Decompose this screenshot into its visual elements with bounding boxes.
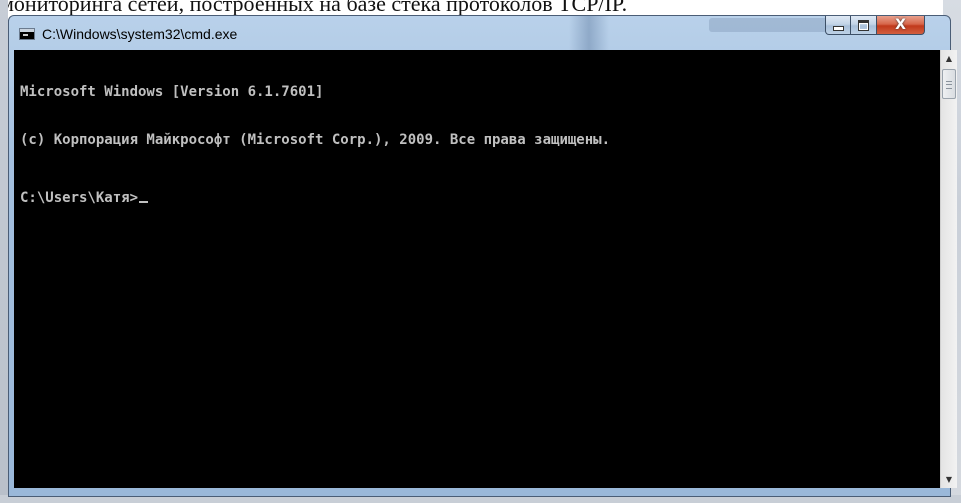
scrollbar-grip-icon [946,81,952,89]
minimize-button[interactable] [825,16,851,35]
console-output[interactable]: Microsoft Windows [Version 6.1.7601] (c)… [14,50,940,488]
title-bar-glass [569,16,609,50]
console-line-copyright: (c) Корпорация Майкрософт (Microsoft Cor… [20,132,611,148]
scrollbar-thumb[interactable] [942,69,956,99]
maximize-button[interactable] [851,16,877,35]
console-prompt: C:\Users\Катя> [20,190,139,206]
title-bar[interactable]: C:\Windows\system32\cmd.exe X [9,16,950,50]
maximize-icon [858,19,869,31]
window-title: C:\Windows\system32\cmd.exe [42,26,238,42]
scroll-down-arrow-icon[interactable]: ▼ [941,471,957,488]
caption-buttons: X [825,16,925,36]
background-left-edge [0,0,8,503]
close-icon: X [895,17,906,33]
title-bar-glass-reflection [709,18,829,32]
cmd-icon[interactable] [19,28,35,40]
close-button[interactable]: X [877,16,925,35]
console-prompt-line[interactable]: C:\Users\Катя> [20,190,610,206]
scroll-up-arrow-icon[interactable]: ▲ [941,50,957,67]
text-cursor [139,201,149,203]
console-text: Microsoft Windows [Version 6.1.7601] (c)… [20,52,610,238]
cmd-window: C:\Windows\system32\cmd.exe X Microsoft … [8,15,957,497]
vertical-scrollbar[interactable]: ▲ ▼ [940,50,957,488]
minimize-icon [832,25,844,31]
console-line-version: Microsoft Windows [Version 6.1.7601] [20,84,324,100]
